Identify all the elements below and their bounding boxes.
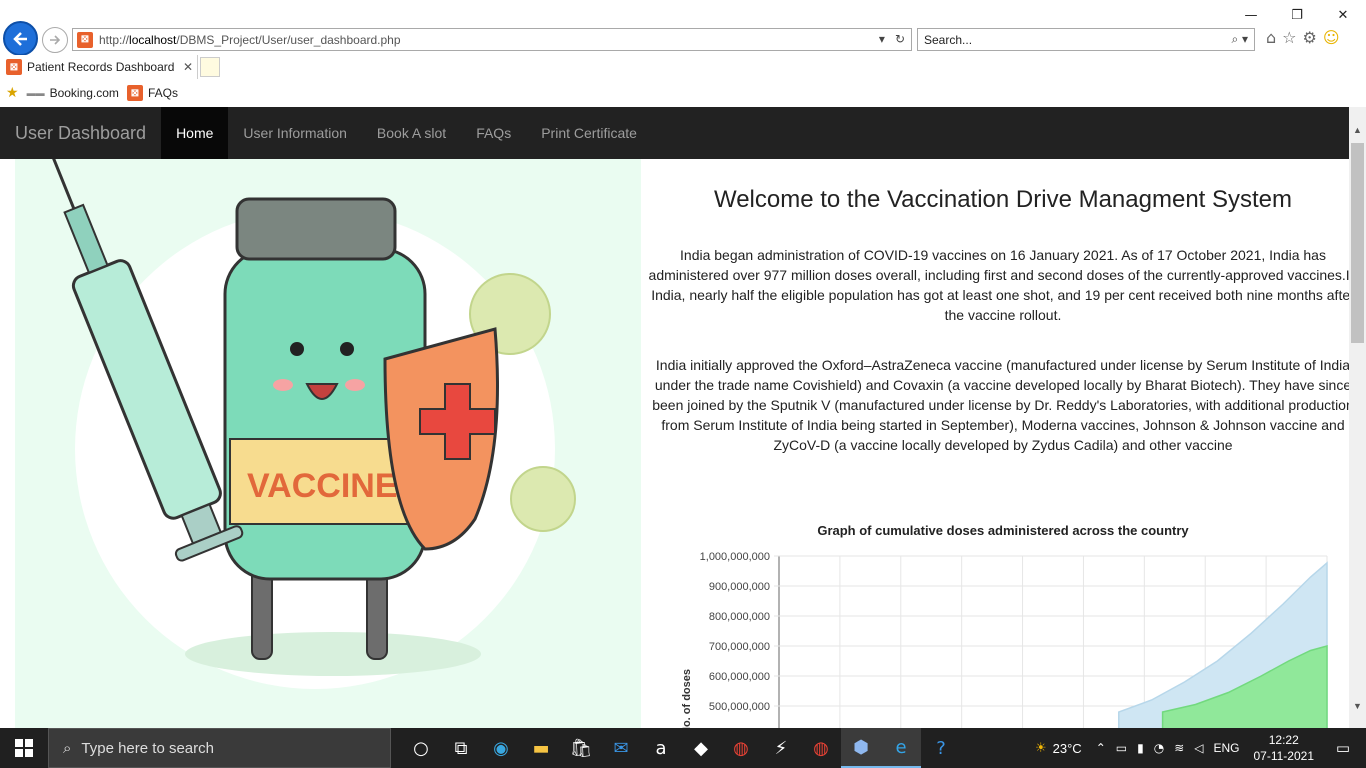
task-view-icon[interactable]: ⧉ [441, 728, 481, 768]
vscode-icon[interactable]: ⚡ [761, 728, 801, 768]
weather-widget[interactable]: ☀ 23°C [1035, 741, 1082, 756]
settings-gear-icon[interactable]: ⚙ [1303, 28, 1317, 47]
chart-tick-label: 900,000,000 [709, 581, 770, 593]
app-cube-icon[interactable]: ⬢ [841, 728, 881, 768]
mail-icon[interactable]: ✉ [601, 728, 641, 768]
booking-favicon-icon: ▬▬ [26, 88, 45, 98]
minimize-button[interactable]: — [1228, 4, 1274, 26]
taskbar-search[interactable]: ⌕ Type here to search [48, 728, 391, 768]
smiley-feedback-icon[interactable]: ☺ [1323, 28, 1340, 47]
forward-button[interactable] [42, 27, 68, 53]
edge-icon[interactable]: ◉ [481, 728, 521, 768]
clock[interactable]: 12:22 07-11-2021 [1254, 732, 1315, 764]
wifi-icon[interactable]: ≋ [1174, 741, 1184, 755]
address-bar[interactable]: ⊠ http://localhost/DBMS_Project/User/use… [72, 28, 912, 51]
favorites-star-icon[interactable]: ☆ [1282, 28, 1296, 47]
start-button[interactable] [0, 728, 48, 768]
intro-paragraph: India began administration of COVID-19 v… [648, 247, 1349, 323]
taskbar-search-input[interactable]: Type here to search [81, 740, 214, 757]
page-title: Welcome to the Vaccination Drive Managme… [713, 186, 1293, 213]
system-tray: ☀ 23°C ⌃ ▭ ▮ ◔ ≋ ◁ ENG 12:22 07-11-2021 … [1035, 728, 1366, 768]
scroll-thumb[interactable] [1351, 143, 1364, 343]
chart-title: Graph of cumulative doses administered a… [817, 523, 1189, 538]
help-icon[interactable]: ? [921, 728, 961, 768]
tab-close-icon[interactable]: ✕ [183, 60, 193, 74]
chrome-profile-icon[interactable]: ◍ [801, 728, 841, 768]
weather-sun-icon: ☀ [1034, 740, 1047, 756]
bookmark-faqs[interactable]: ⊠ FAQs [126, 85, 178, 101]
taskbar-apps: ○ ⧉ ◉ ▬ 🛍 ✉ a ◆ ◍ ⚡ ◍ ⬢ e ? [401, 728, 961, 768]
bookmark-booking[interactable]: ▬▬ Booking.com [27, 86, 119, 100]
windows-taskbar: ⌕ Type here to search ○ ⧉ ◉ ▬ 🛍 ✉ a ◆ ◍ … [0, 728, 1366, 768]
search-icon[interactable]: ⌕ ▾ [1231, 32, 1248, 47]
faqs-favicon-icon: ⊠ [126, 85, 143, 101]
nav-faqs[interactable]: FAQs [461, 107, 526, 159]
web-page: User Dashboard Home User Information Boo… [0, 107, 1349, 728]
nav-print-certificate[interactable]: Print Certificate [526, 107, 652, 159]
store-icon[interactable]: 🛍 [561, 728, 601, 768]
browser-chrome: — ❐ ✕ ⊠ http://localhost/DBMS_Project/Us… [0, 0, 1366, 107]
network-icon[interactable]: ◔ [1154, 741, 1164, 755]
back-button[interactable] [3, 21, 38, 56]
dropdown-icon[interactable]: ▾ [879, 32, 885, 46]
doses-chart: Graph of cumulative doses administered a… [681, 523, 1328, 728]
vaccine-illustration: VACCINE [15, 159, 641, 728]
vaccine-cartoon-image: VACCINE [49, 159, 576, 689]
cortana-icon[interactable]: ○ [401, 728, 441, 768]
nav-book-slot[interactable]: Book A slot [362, 107, 461, 159]
restore-button[interactable]: ❐ [1274, 4, 1320, 26]
chrome-icon[interactable]: ◍ [721, 728, 761, 768]
page-scrollbar[interactable]: ▲ ▼ [1349, 107, 1366, 728]
top-navbar: User Dashboard Home User Information Boo… [0, 107, 1349, 159]
show-hidden-icons-icon[interactable]: ⌃ [1096, 741, 1106, 755]
favorites-bar: ★ ▬▬ Booking.com ⊠ FAQs [0, 80, 1366, 106]
scroll-up-icon[interactable]: ▲ [1349, 121, 1366, 138]
language-indicator[interactable]: ENG [1213, 741, 1239, 755]
browser-tab[interactable]: ⊠ Patient Records Dashboard ✕ [0, 55, 198, 79]
device-icon[interactable]: ▭ [1116, 741, 1127, 755]
notifications-icon[interactable]: ▭ [1328, 739, 1358, 757]
new-tab-button[interactable] [200, 57, 220, 77]
site-favicon-icon: ⊠ [77, 31, 93, 48]
search-icon: ⌕ [63, 739, 72, 757]
nav-home[interactable]: Home [161, 107, 229, 159]
svg-text:VACCINE: VACCINE [247, 467, 398, 505]
dropbox-icon[interactable]: ◆ [681, 728, 721, 768]
close-window-button[interactable]: ✕ [1320, 4, 1366, 26]
browser-search-box[interactable]: Search... ⌕ ▾ [917, 28, 1255, 51]
volume-icon[interactable]: ◁ [1194, 741, 1203, 755]
favorites-add-icon[interactable]: ★ [6, 85, 19, 101]
browser-toolbar-icons: ⌂ ☆ ⚙ ☺ [1266, 28, 1340, 47]
battery-icon[interactable]: ▮ [1137, 741, 1144, 755]
tab-favicon-icon: ⊠ [6, 59, 22, 75]
windows-logo-icon [15, 739, 33, 757]
back-arrow-icon [12, 31, 27, 46]
tab-title: Patient Records Dashboard [27, 60, 175, 74]
refresh-icon[interactable]: ↻ [895, 32, 905, 46]
chart-tick-label: 500,000,000 [709, 701, 770, 713]
file-explorer-icon[interactable]: ▬ [521, 728, 561, 768]
window-controls: — ❐ ✕ [1228, 4, 1366, 26]
navbar-brand[interactable]: User Dashboard [0, 107, 161, 159]
chart-tick-label: 600,000,000 [709, 671, 770, 683]
chart-tick-label: 800,000,000 [709, 611, 770, 623]
search-input[interactable]: Search... [924, 33, 972, 47]
home-icon[interactable]: ⌂ [1266, 28, 1276, 47]
chart-ylabel: No. of doses [681, 669, 693, 728]
vaccines-paragraph: India initially approved the Oxford–Astr… [652, 357, 1349, 453]
forward-arrow-icon [50, 35, 61, 45]
scroll-down-icon[interactable]: ▼ [1349, 697, 1366, 714]
internet-explorer-icon[interactable]: e [881, 728, 921, 768]
amazon-icon[interactable]: a [641, 728, 681, 768]
address-url[interactable]: http://localhost/DBMS_Project/User/user_… [99, 33, 401, 47]
chart-tick-label: 1,000,000,000 [700, 551, 770, 563]
chart-tick-label: 700,000,000 [709, 641, 770, 653]
tray-icons: ⌃ ▭ ▮ ◔ ≋ ◁ [1096, 741, 1204, 755]
nav-user-information[interactable]: User Information [228, 107, 361, 159]
main-content: Welcome to the Vaccination Drive Managme… [645, 159, 1349, 728]
